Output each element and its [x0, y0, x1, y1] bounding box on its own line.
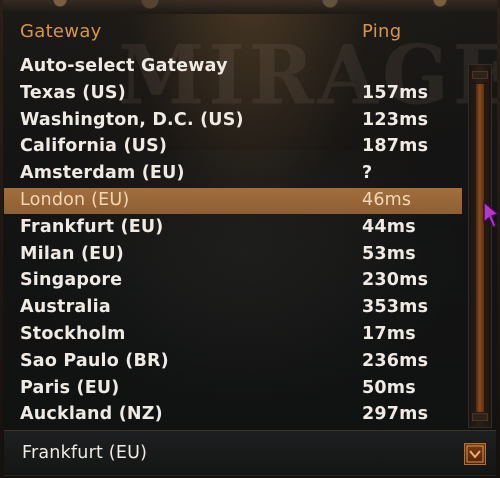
gateway-ping: 157ms	[362, 82, 429, 103]
gateway-name: Amsterdam (EU)	[20, 163, 185, 184]
gateway-ping: ?	[362, 163, 373, 184]
gateway-ping: 17ms	[362, 324, 416, 344]
list-scrollbar[interactable]	[468, 64, 492, 428]
gateway-row[interactable]: Auckland (NZ) 297ms	[4, 402, 462, 428]
gateway-row[interactable]: Sao Paulo (BR) 236ms	[4, 349, 462, 375]
gateway-ping: 236ms	[362, 350, 429, 371]
gateway-row[interactable]: Milan (EU) 53ms	[4, 242, 462, 268]
gateway-list: Auto-select Gateway Texas (US) 157ms Washin…	[4, 54, 462, 428]
ping-column-header[interactable]: Ping	[362, 21, 402, 42]
gateway-name: Texas (US)	[20, 82, 126, 103]
scrollbar-thumb[interactable]	[475, 83, 485, 413]
gateway-ping: 44ms	[362, 216, 416, 237]
gateway-name: California (US)	[20, 136, 168, 157]
gateway-name: Australia	[20, 297, 111, 318]
gateway-selector-window: MIRAGE Gateway Ping Auto-select Gateway T…	[0, 0, 500, 478]
gateway-row[interactable]: Paris (EU) 50ms	[4, 376, 462, 402]
list-header: Gateway Ping	[0, 18, 470, 48]
gateway-name: Auto-select Gateway	[20, 56, 228, 76]
scrollbar-bottom-cap[interactable]	[472, 413, 488, 421]
gateway-column-header[interactable]: Gateway	[20, 21, 102, 42]
gateway-ping: 50ms	[362, 377, 416, 398]
gateway-name: Frankfurt (EU)	[20, 216, 164, 237]
gateway-row[interactable]: California (US) 187ms	[4, 134, 462, 160]
gateway-ping: 353ms	[362, 297, 429, 318]
frame-left-border	[0, 0, 3, 478]
chevron-down-icon[interactable]	[464, 443, 486, 465]
gateway-name: Stockholm	[20, 324, 126, 344]
gateway-name: Auckland (NZ)	[20, 404, 163, 425]
gateway-row[interactable]: Texas (US) 157ms	[4, 81, 462, 107]
scrollbar-top-cap[interactable]	[472, 71, 488, 79]
gateway-dropdown[interactable]: Frankfurt (EU)	[4, 430, 496, 476]
gateway-ping: 230ms	[362, 270, 429, 291]
gateway-row[interactable]: Australia 353ms	[4, 295, 462, 321]
dropdown-selected-value: Frankfurt (EU)	[22, 443, 148, 463]
gateway-name: London (EU)	[20, 190, 130, 210]
gateway-ping: 46ms	[362, 190, 412, 210]
gateway-row[interactable]: Singapore 230ms	[4, 268, 462, 294]
gateway-name: Sao Paulo (BR)	[20, 350, 169, 371]
gateway-row[interactable]: Frankfurt (EU) 44ms	[4, 215, 462, 241]
gateway-row[interactable]: Washington, D.C. (US) 123ms	[4, 108, 462, 134]
mouse-cursor-icon	[483, 200, 500, 228]
gateway-row[interactable]: Stockholm 17ms	[4, 322, 462, 348]
gateway-row[interactable]: Auto-select Gateway	[4, 54, 462, 80]
gateway-ping: 297ms	[362, 404, 429, 425]
gateway-ping: 53ms	[362, 243, 416, 264]
gateway-name: Paris (EU)	[20, 377, 120, 398]
gateway-name: Milan (EU)	[20, 243, 124, 264]
gateway-ping: 123ms	[362, 109, 429, 130]
gateway-name: Singapore	[20, 270, 123, 291]
gateway-ping: 187ms	[362, 136, 429, 157]
gateway-row-selected[interactable]: London (EU) 46ms	[4, 188, 462, 214]
top-ornament	[0, 0, 500, 14]
gateway-name: Washington, D.C. (US)	[20, 109, 244, 130]
gateway-row[interactable]: Amsterdam (EU)?	[4, 161, 462, 187]
